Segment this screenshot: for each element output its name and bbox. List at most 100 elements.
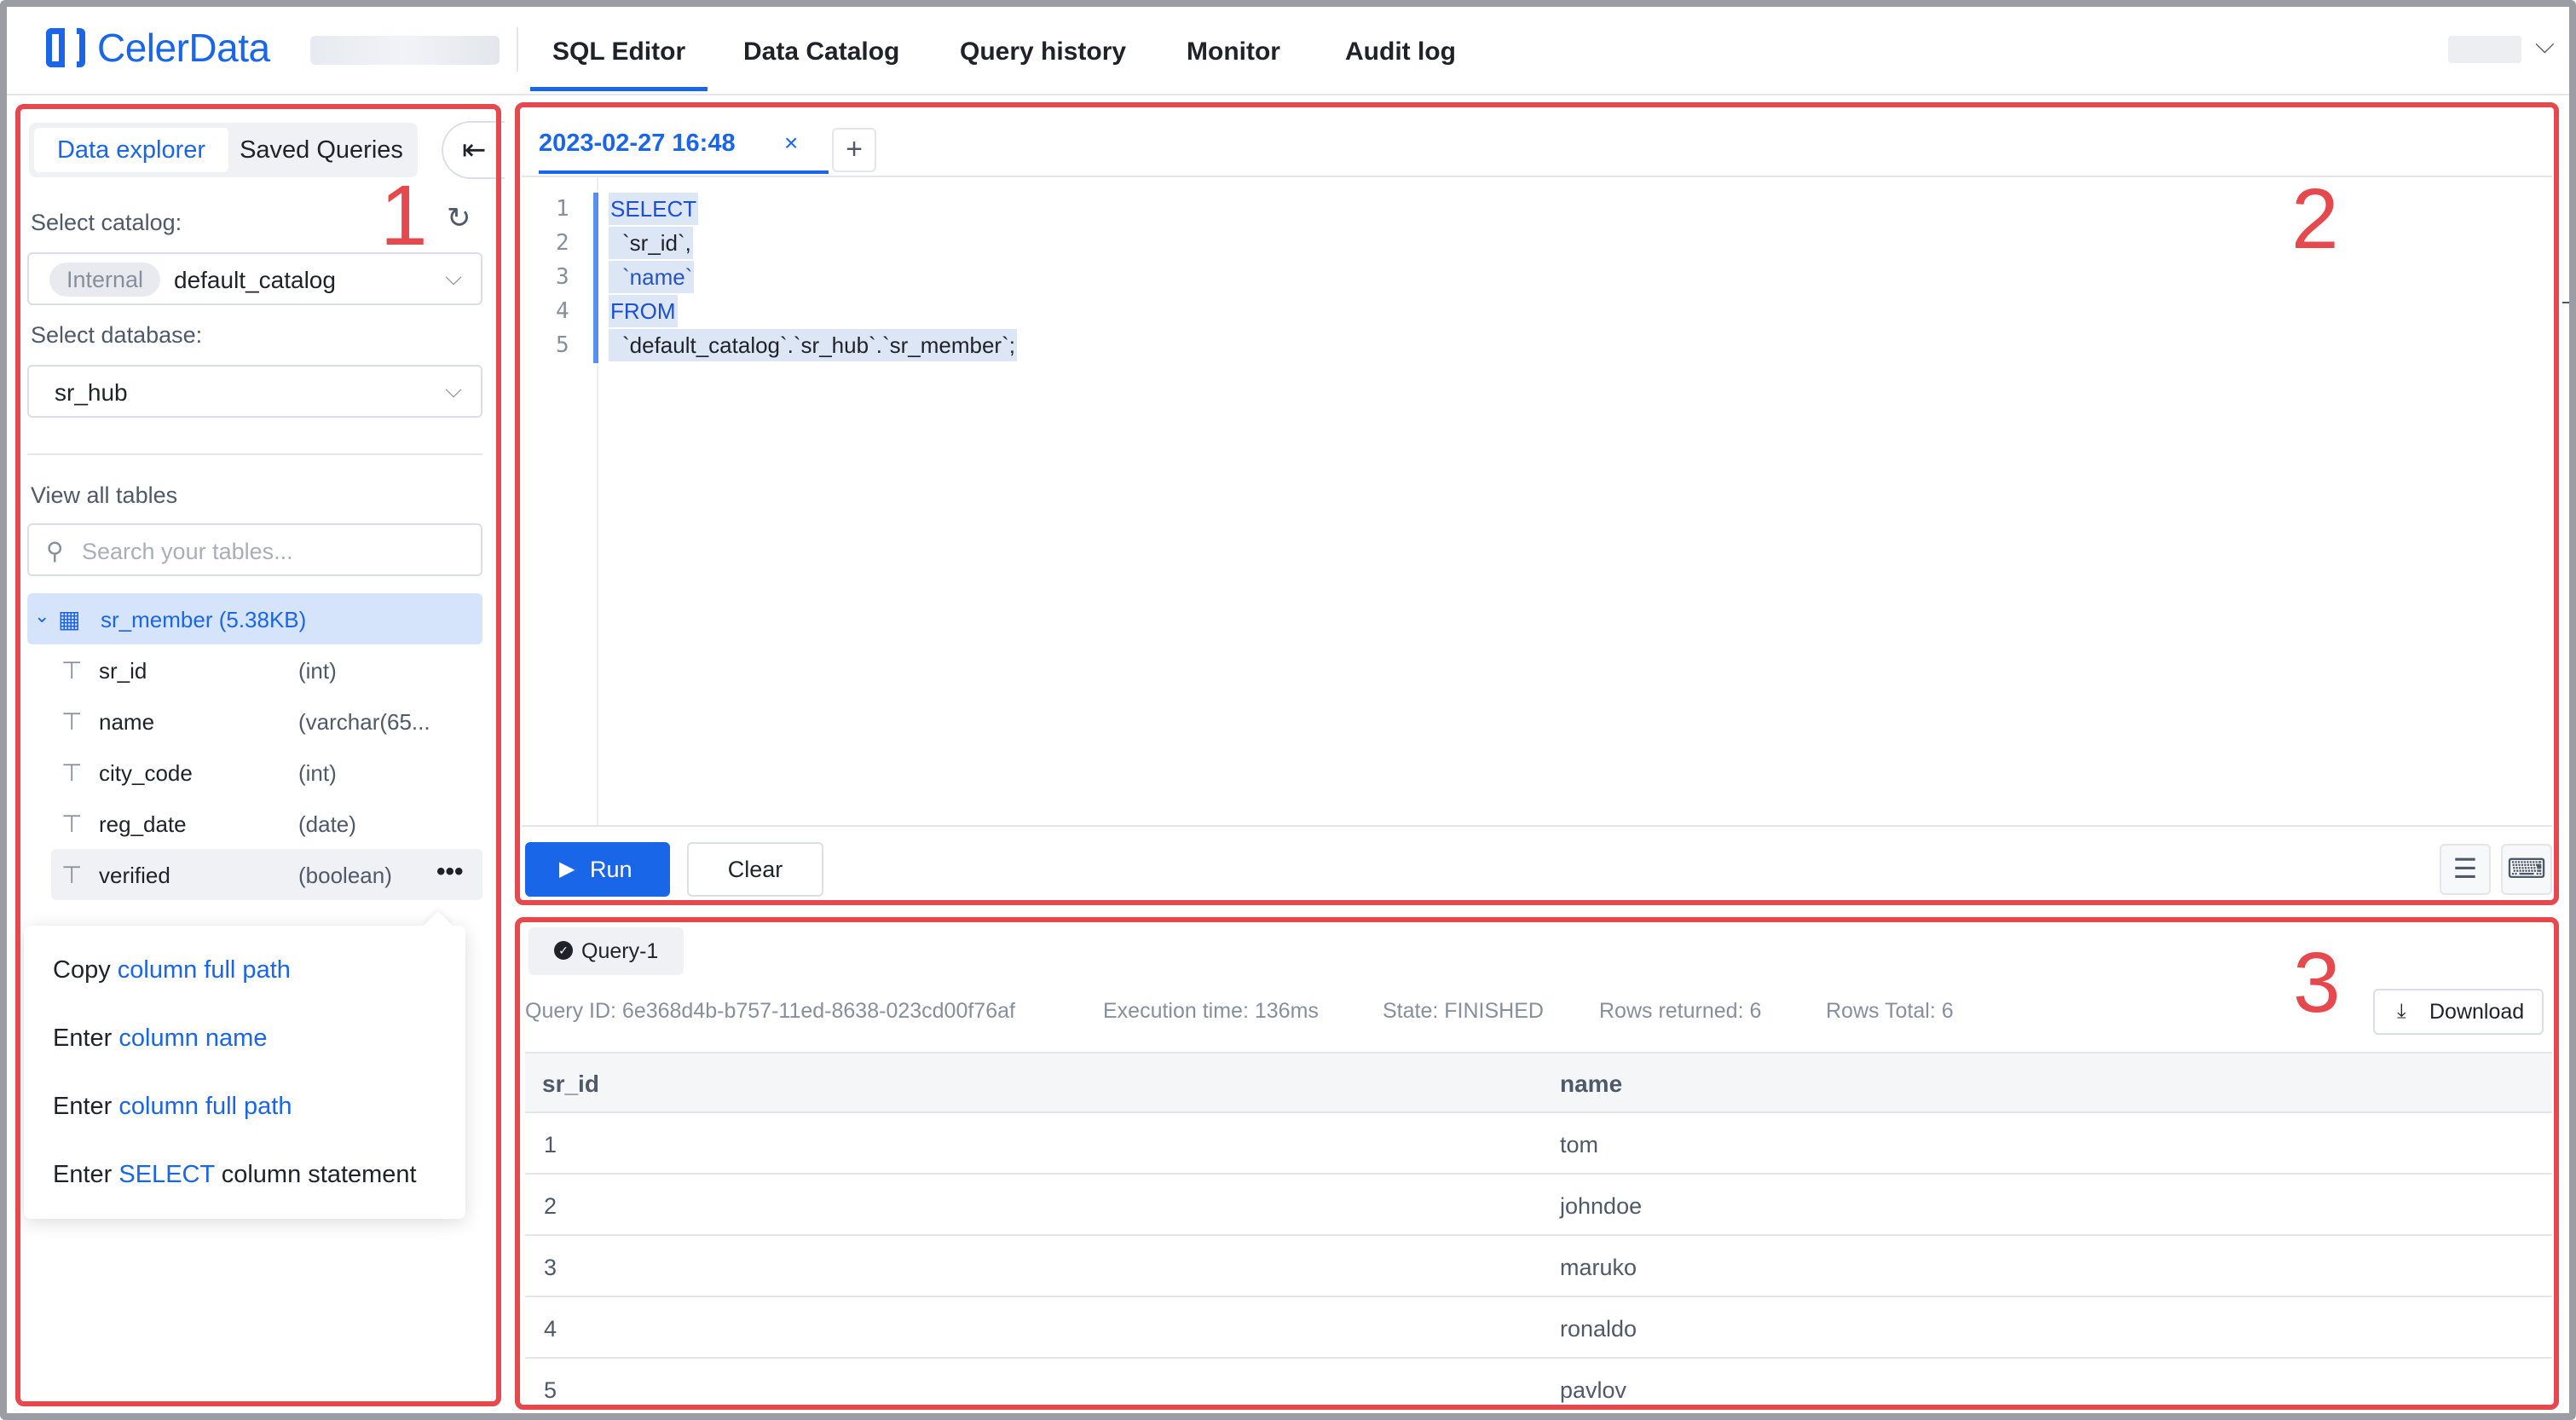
code-line-3[interactable]: `name`: [609, 261, 695, 293]
text-type-icon: ⊤: [61, 862, 83, 888]
column-type: (int): [298, 658, 337, 684]
menu-item-prefix: Enter: [53, 1161, 119, 1188]
logo-text: CelerData: [97, 26, 270, 70]
celerdata-logo[interactable]: CelerData: [46, 22, 270, 73]
column-row[interactable]: ⊤ verified (boolean) •••: [51, 849, 482, 900]
annotation-number-2: 2: [2291, 171, 2339, 267]
chevron-down-icon[interactable]: ⌄: [34, 605, 49, 627]
nav-sql-editor[interactable]: SQL Editor: [529, 38, 708, 91]
more-options-icon[interactable]: •••: [436, 857, 464, 886]
select-database-label: Select database:: [31, 322, 203, 348]
run-button[interactable]: ▶ Run: [525, 842, 670, 897]
text-type-icon: ⊤: [61, 708, 83, 735]
table-search[interactable]: ⚲ Search your tables...: [27, 523, 482, 576]
sql-identifier: `name`: [609, 261, 695, 293]
view-all-tables-label: View all tables: [31, 482, 178, 508]
table-cell: ronaldo: [1560, 1316, 1637, 1342]
line-number: 4: [556, 298, 569, 324]
column-type: (boolean): [298, 863, 392, 888]
collapse-panel-button[interactable]: ⇤: [442, 121, 505, 179]
menu-item-prefix: Enter: [53, 1025, 119, 1052]
column-name: name: [99, 709, 155, 735]
line-number: 5: [556, 332, 569, 358]
column-name: sr_id: [99, 658, 147, 684]
nav-data-catalog[interactable]: Data Catalog: [743, 38, 899, 66]
sql-keyword: FROM: [609, 295, 678, 327]
download-button[interactable]: ⤓ Download: [2373, 989, 2544, 1035]
download-label: Download: [2429, 1000, 2525, 1024]
tab-saved-queries[interactable]: Saved Queries: [230, 128, 413, 172]
query-tab-label: Query-1: [581, 939, 659, 963]
code-line-1[interactable]: SELECT: [609, 193, 699, 225]
table-row[interactable]: 2 johndoe: [525, 1175, 2552, 1236]
editor-tab[interactable]: 2023-02-27 16:48 ×: [539, 130, 798, 176]
chevron-down-icon[interactable]: ⌵: [2535, 31, 2555, 60]
format-icon[interactable]: ☰: [2440, 844, 2491, 895]
table-row[interactable]: 3 maruko: [525, 1236, 2552, 1297]
column-header[interactable]: sr_id: [542, 1071, 599, 1098]
nav-query-history[interactable]: Query history: [960, 38, 1126, 66]
menu-item-enter-full-path[interactable]: Enter column full path: [53, 1093, 292, 1121]
search-icon: ⚲: [46, 538, 64, 564]
code-line-2[interactable]: `sr_id`,: [609, 227, 693, 259]
menu-item-enter-select-statement[interactable]: Enter SELECT column statement: [53, 1161, 417, 1189]
add-tab-button[interactable]: +: [832, 128, 876, 172]
table-row[interactable]: 1 tom: [525, 1113, 2552, 1175]
table-cell: 3: [544, 1255, 557, 1280]
column-row[interactable]: ⊤ sr_id (int): [51, 644, 482, 696]
table-icon: ▦: [58, 606, 81, 632]
text-type-icon: ⊤: [61, 657, 83, 684]
chevron-down-icon: ⌵: [445, 264, 462, 290]
query-id: Query ID: 6e368d4b-b757-11ed-8638-023cd0…: [525, 999, 1015, 1023]
column-row[interactable]: ⊤ reg_date (date): [51, 798, 482, 849]
check-circle-icon: ✓: [554, 941, 573, 960]
menu-item-enter-column-name[interactable]: Enter column name: [53, 1025, 267, 1053]
menu-item-highlight: SELECT: [118, 1161, 215, 1188]
sql-identifier: `sr_id`,: [609, 227, 693, 259]
chevron-down-icon: ⌵: [445, 377, 462, 402]
column-header[interactable]: name: [1560, 1071, 1622, 1098]
code-line-4[interactable]: FROM: [609, 295, 678, 327]
nav-monitor[interactable]: Monitor: [1187, 38, 1280, 66]
table-row[interactable]: 4 ronaldo: [525, 1297, 2552, 1359]
keyboard-icon[interactable]: ⌨: [2501, 844, 2552, 895]
menu-item-copy-full-path[interactable]: Copy column full path: [53, 956, 291, 984]
menu-item-highlight: column full path: [117, 956, 291, 984]
organization-name-redacted[interactable]: [310, 36, 500, 65]
text-type-icon: ⊤: [61, 811, 83, 837]
table-cell: 1: [544, 1132, 557, 1157]
column-type: (varchar(65...: [298, 709, 430, 735]
column-row[interactable]: ⊤ city_code (int): [51, 747, 482, 798]
clear-button[interactable]: Clear: [687, 842, 823, 897]
query-state: State: FINISHED: [1383, 999, 1544, 1023]
database-select[interactable]: sr_hub ⌵: [27, 365, 482, 418]
tab-data-explorer[interactable]: Data explorer: [34, 128, 228, 172]
top-nav-bar: CelerData SQL Editor Data Catalog Query …: [7, 7, 2569, 95]
run-label: Run: [590, 857, 632, 882]
column-name: reg_date: [99, 811, 187, 837]
table-name: sr_member (5.38KB): [101, 607, 307, 632]
table-header: sr_id name: [525, 1052, 2552, 1113]
tab-strip-divider: [522, 176, 2552, 177]
column-row[interactable]: ⊤ name (varchar(65...: [51, 696, 482, 747]
menu-item-highlight: column full path: [118, 1093, 292, 1120]
nav-divider: [517, 27, 518, 72]
table-cell: maruko: [1560, 1255, 1637, 1280]
download-icon: ⤓: [2397, 1000, 2406, 1023]
query-result-tab[interactable]: ✓ Query-1: [528, 927, 684, 975]
nav-audit-log[interactable]: Audit log: [1345, 38, 1456, 66]
column-actions-menu: Copy column full path Enter column name …: [24, 926, 465, 1219]
close-icon[interactable]: ×: [784, 130, 798, 157]
collapse-left-icon: ⇤: [462, 134, 487, 166]
text-type-icon: ⊤: [61, 759, 83, 786]
explorer-tabs: Data explorer Saved Queries: [29, 123, 418, 177]
menu-item-prefix: Copy: [53, 956, 118, 984]
table-node-sr-member[interactable]: ⌄ ▦ sr_member (5.38KB): [27, 593, 482, 644]
user-avatar-redacted[interactable]: [2448, 36, 2521, 63]
catalog-value: default_catalog: [174, 267, 336, 293]
search-input[interactable]: Search your tables...: [82, 539, 293, 565]
code-line-5[interactable]: `default_catalog`.`sr_hub`.`sr_member`;: [609, 329, 1017, 361]
table-cell: 5: [544, 1377, 557, 1403]
table-row[interactable]: 5 pavlov: [525, 1359, 2552, 1420]
refresh-icon[interactable]: ↻: [447, 201, 471, 235]
